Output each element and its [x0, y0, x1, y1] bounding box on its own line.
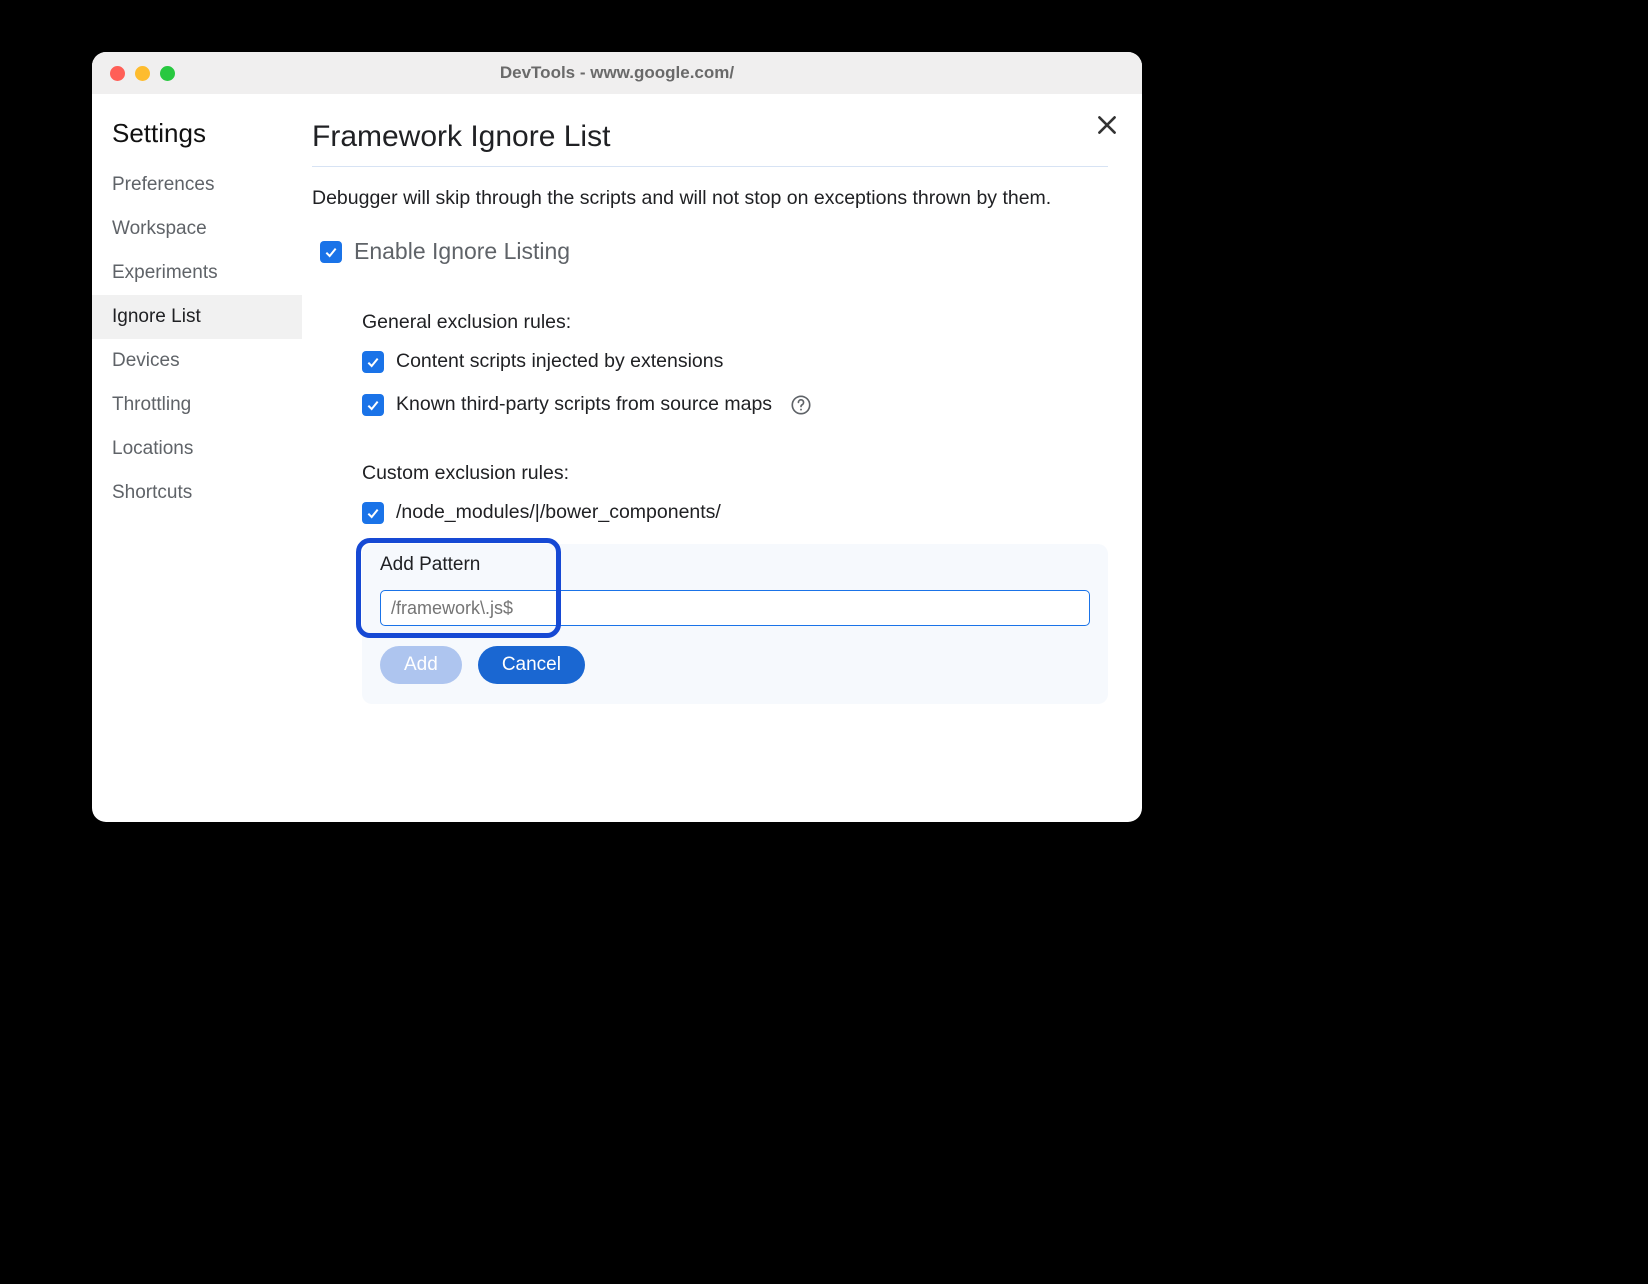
content-scripts-row: Content scripts injected by extensions [362, 350, 1108, 373]
window-body: Settings Preferences Workspace Experimen… [92, 94, 1142, 822]
window-zoom-button[interactable] [160, 66, 175, 81]
add-button[interactable]: Add [380, 646, 462, 684]
enable-ignore-listing-checkbox[interactable] [320, 241, 342, 263]
sidebar-item-devices[interactable]: Devices [92, 339, 302, 383]
sidebar-item-ignore-list[interactable]: Ignore List [92, 295, 302, 339]
general-rules-heading: General exclusion rules: [362, 311, 1108, 334]
sidebar-item-shortcuts[interactable]: Shortcuts [92, 471, 302, 515]
sidebar-item-locations[interactable]: Locations [92, 427, 302, 471]
content-scripts-label: Content scripts injected by extensions [396, 350, 723, 373]
help-icon[interactable] [790, 394, 812, 416]
custom-rule-checkbox[interactable] [362, 502, 384, 524]
settings-sidebar: Settings Preferences Workspace Experimen… [92, 94, 302, 822]
window-title: DevTools - www.google.com/ [92, 63, 1142, 83]
page-title: Framework Ignore List [312, 120, 1108, 167]
sidebar-heading: Settings [92, 118, 302, 163]
sidebar-item-workspace[interactable]: Workspace [92, 207, 302, 251]
enable-ignore-listing-label: Enable Ignore Listing [354, 238, 570, 265]
close-icon[interactable] [1094, 112, 1120, 138]
window-titlebar: DevTools - www.google.com/ [92, 52, 1142, 94]
window-close-button[interactable] [110, 66, 125, 81]
add-pattern-label: Add Pattern [380, 544, 1090, 590]
sidebar-item-preferences[interactable]: Preferences [92, 163, 302, 207]
cancel-button[interactable]: Cancel [478, 646, 585, 684]
custom-rules-heading: Custom exclusion rules: [362, 462, 1108, 485]
custom-rule-label: /node_modules/|/bower_components/ [396, 501, 721, 524]
sidebar-item-throttling[interactable]: Throttling [92, 383, 302, 427]
devtools-settings-window: DevTools - www.google.com/ Settings Pref… [92, 52, 1142, 822]
sidebar-item-experiments[interactable]: Experiments [92, 251, 302, 295]
add-pattern-buttons: Add Cancel [380, 646, 1090, 684]
traffic-lights [92, 66, 175, 81]
settings-main: Framework Ignore List Debugger will skip… [302, 94, 1142, 822]
add-pattern-panel: Add Pattern Add Cancel [362, 544, 1108, 704]
enable-ignore-listing-row: Enable Ignore Listing [312, 238, 1108, 265]
window-minimize-button[interactable] [135, 66, 150, 81]
general-rules-section: General exclusion rules: Content scripts… [312, 311, 1108, 704]
pattern-input[interactable] [380, 590, 1090, 626]
third-party-label: Known third-party scripts from source ma… [396, 393, 772, 416]
content-scripts-checkbox[interactable] [362, 351, 384, 373]
custom-rule-row: /node_modules/|/bower_components/ [362, 501, 1108, 524]
third-party-checkbox[interactable] [362, 394, 384, 416]
third-party-row: Known third-party scripts from source ma… [362, 393, 1108, 416]
page-description: Debugger will skip through the scripts a… [312, 185, 1108, 212]
